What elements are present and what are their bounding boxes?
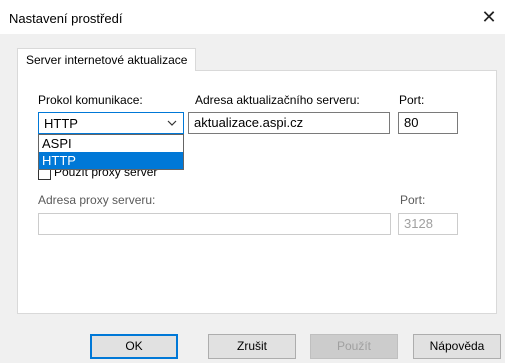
proxy-port-value: 3128	[404, 216, 433, 231]
chevron-down-icon	[167, 120, 177, 126]
dropdown-option-aspi[interactable]: ASPI	[39, 135, 183, 152]
title-bar: Nastavení prostředí ✕	[0, 0, 505, 34]
proxy-port-label: Port:	[400, 193, 426, 207]
server-address-input[interactable]: aktualizace.aspi.cz	[188, 112, 390, 134]
protocol-selected-value: HTTP	[44, 116, 78, 131]
protocol-select[interactable]: HTTP	[38, 112, 184, 134]
proxy-port-input[interactable]: 3128	[398, 213, 458, 235]
window-title: Nastavení prostředí	[9, 11, 123, 26]
proxy-address-label: Adresa proxy serveru:	[38, 193, 156, 207]
server-address-label: Adresa aktualizačního serveru:	[195, 93, 360, 107]
server-port-input[interactable]: 80	[398, 112, 458, 134]
tab-server-update[interactable]: Server internetové aktualizace	[17, 48, 197, 71]
ok-button[interactable]: OK	[90, 334, 178, 359]
dropdown-option-http[interactable]: HTTP	[39, 152, 183, 169]
protocol-label: Prokol komunikace:	[38, 93, 143, 107]
help-button[interactable]: Nápověda	[413, 334, 501, 359]
apply-button[interactable]: Použít	[310, 334, 398, 359]
server-port-value: 80	[404, 115, 419, 130]
protocol-dropdown-list[interactable]: ASPI HTTP	[38, 134, 184, 170]
server-port-label: Port:	[399, 93, 425, 107]
close-icon[interactable]: ✕	[479, 6, 499, 28]
cancel-button[interactable]: Zrušit	[208, 334, 296, 359]
server-address-value: aktualizace.aspi.cz	[194, 115, 304, 130]
proxy-address-input[interactable]	[38, 213, 391, 235]
